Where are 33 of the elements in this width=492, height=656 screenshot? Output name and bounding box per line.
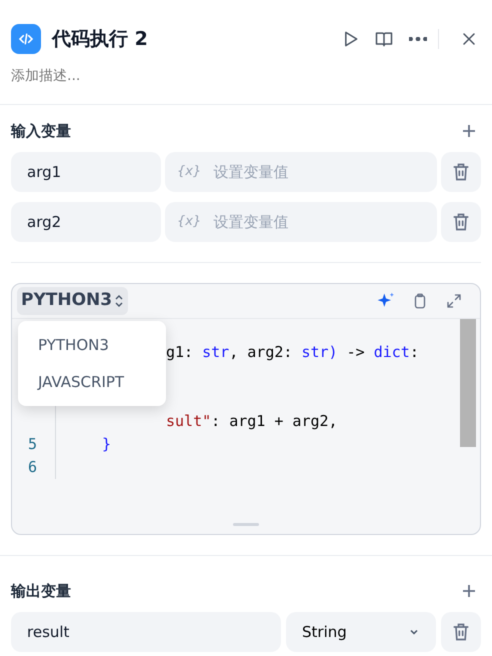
- trash-icon: [451, 162, 471, 182]
- variable-icon: {x}: [177, 162, 202, 182]
- type-select[interactable]: String: [286, 612, 436, 652]
- trash-icon: [451, 622, 471, 642]
- delete-button[interactable]: [441, 202, 481, 242]
- variable-name-field[interactable]: arg2: [11, 202, 161, 242]
- delete-button[interactable]: [441, 612, 481, 652]
- more-icon: [409, 37, 427, 41]
- section-title: 输出变量: [11, 580, 71, 602]
- line-number: 6: [28, 458, 38, 476]
- line-number: 5: [28, 435, 38, 453]
- expand-icon: [445, 292, 463, 310]
- code-line: g1: str, arg2: str) -> dict:: [166, 343, 419, 361]
- variable-name-field[interactable]: arg1: [11, 152, 161, 192]
- language-option[interactable]: JAVASCRIPT: [18, 364, 166, 400]
- output-name-field[interactable]: result: [11, 612, 281, 652]
- delete-button[interactable]: [441, 152, 481, 192]
- updown-icon: [114, 294, 124, 308]
- language-select[interactable]: PYTHON3: [17, 287, 128, 315]
- code-line: sult": arg1 + arg2,: [166, 412, 338, 430]
- section-title: 输入变量: [11, 120, 71, 142]
- code-line: }: [102, 435, 112, 453]
- trash-icon: [451, 212, 471, 232]
- node-title: 代码执行 2: [52, 26, 148, 52]
- code-node-icon: [11, 24, 41, 54]
- plus-icon: [461, 123, 477, 139]
- placeholder-text: 设置变量值: [213, 162, 288, 183]
- scrollbar-thumb[interactable]: [460, 319, 476, 447]
- plus-icon: [461, 583, 477, 599]
- variable-icon: {x}: [177, 212, 202, 232]
- language-option[interactable]: PYTHON3: [18, 327, 166, 364]
- placeholder-text: 设置变量值: [213, 212, 288, 233]
- resize-handle[interactable]: [233, 523, 259, 526]
